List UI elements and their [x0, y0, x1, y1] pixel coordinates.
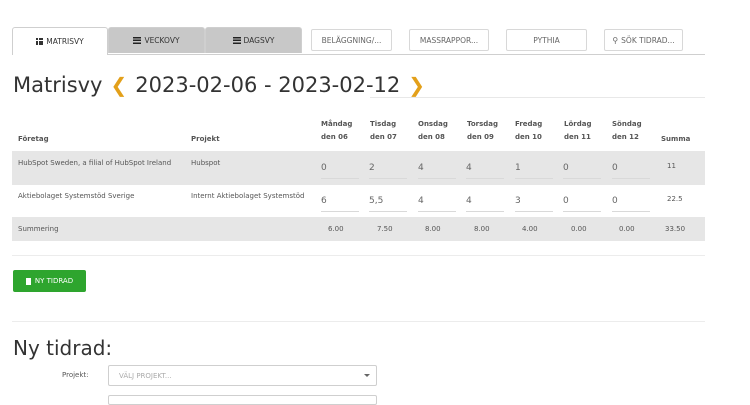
summary-label: Summering: [18, 225, 59, 233]
view-tabs: MATRISVY VECKOVY DAGSVY BELÄGGNING/... M…: [12, 27, 705, 55]
page-title: Matrisvy: [13, 73, 103, 97]
next-field[interactable]: [108, 395, 377, 405]
bars-icon: [232, 37, 241, 44]
hours-input[interactable]: 4: [466, 192, 504, 212]
divider: [370, 97, 705, 98]
header-day: Tisdag den 07: [370, 120, 397, 141]
summary-value: 8.00: [425, 225, 441, 233]
hours-input[interactable]: 0: [563, 192, 601, 212]
header-day: Fredag den 10: [515, 120, 543, 141]
form-title: Ny tidrad:: [13, 336, 113, 360]
header-day: Torsdag den 09: [467, 120, 499, 141]
table-row: HubSpot Sweden, a filial of HubSpot Irel…: [12, 151, 705, 185]
project-select-placeholder: VÄLJ PROJEKT...: [119, 372, 172, 380]
grid-icon: [36, 38, 44, 45]
search-icon: ⚲: [612, 35, 619, 45]
table-row: Aktiebolaget Systemstöd Sverige Internt …: [12, 185, 705, 217]
summary-total: 33.50: [665, 225, 686, 233]
chevron-left-icon[interactable]: ❮: [111, 75, 128, 95]
header-day: Söndag den 12: [612, 120, 642, 141]
tab-matrisvy[interactable]: MATRISVY: [12, 27, 108, 55]
hours-input[interactable]: 6: [321, 192, 359, 212]
hours-input[interactable]: 4: [466, 159, 504, 179]
hours-input[interactable]: 3: [515, 192, 553, 212]
tab-dagsvy[interactable]: DAGSVY: [205, 27, 302, 53]
divider: [12, 321, 705, 322]
row-project: Internt Aktiebolaget Systemstöd: [191, 192, 305, 200]
document-icon: [25, 277, 31, 285]
tab-massrapport[interactable]: MASSRAPPOR...: [409, 29, 489, 51]
date-range: 2023-02-06 - 2023-02-12: [135, 73, 401, 97]
summary-row: Summering 6.00 7.50 8.00 8.00 4.00 0.00 …: [12, 217, 705, 241]
project-select[interactable]: VÄLJ PROJEKT...: [108, 365, 377, 386]
hours-input[interactable]: 4: [418, 159, 456, 179]
row-company: Aktiebolaget Systemstöd Sverige: [18, 192, 135, 200]
header-day: Måndag den 06: [321, 120, 353, 141]
summary-value: 6.00: [328, 225, 344, 233]
hours-input[interactable]: 4: [418, 192, 456, 212]
header-company: Företag: [18, 135, 49, 143]
tab-belaggning[interactable]: BELÄGGNING/...: [311, 29, 392, 51]
divider: [12, 255, 705, 256]
project-label: Projekt:: [62, 371, 89, 379]
tab-pythia[interactable]: PYTHIA: [506, 29, 587, 51]
hours-input[interactable]: 0: [321, 159, 359, 179]
row-company: HubSpot Sweden, a filial of HubSpot Irel…: [18, 159, 172, 167]
row-project: Hubspot: [191, 159, 221, 167]
hours-input[interactable]: 0: [612, 159, 650, 179]
hours-input[interactable]: 5,5: [369, 192, 407, 212]
hours-input[interactable]: 2: [369, 159, 407, 179]
header-day: Onsdag den 08: [418, 120, 448, 141]
header-project: Projekt: [191, 135, 220, 143]
tab-sok-tidrad[interactable]: ⚲ SÖK TIDRAD...: [604, 29, 683, 51]
summary-value: 7.50: [377, 225, 393, 233]
new-row-button[interactable]: NY TIDRAD: [13, 270, 86, 292]
tab-veckovy[interactable]: VECKOVY: [108, 27, 205, 53]
header-day: Lördag den 11: [564, 120, 592, 141]
summary-value: 8.00: [474, 225, 490, 233]
hours-input[interactable]: 0: [563, 159, 601, 179]
chevron-right-icon[interactable]: ❯: [408, 75, 425, 95]
hours-input[interactable]: 1: [515, 159, 553, 179]
list-icon: [133, 37, 142, 44]
summary-value: 4.00: [522, 225, 538, 233]
caret-down-icon: [364, 374, 370, 377]
hours-input[interactable]: 0: [612, 192, 650, 212]
summary-value: 0.00: [619, 225, 635, 233]
table-header: Företag Projekt Måndag den 06 Tisdag den 0…: [12, 113, 705, 151]
header-sum: Summa: [661, 135, 691, 143]
row-sum: 22.5: [667, 195, 683, 203]
row-sum: 11: [667, 162, 676, 170]
summary-value: 0.00: [571, 225, 587, 233]
